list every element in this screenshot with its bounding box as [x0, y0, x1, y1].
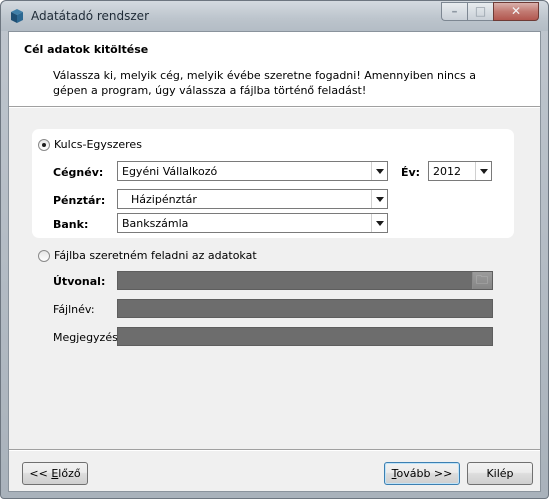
radio-selected-dot — [42, 143, 46, 147]
next-rest: ovább >> — [396, 467, 453, 480]
minimize-button[interactable]: – — [441, 2, 467, 21]
maximize-icon: □ — [474, 4, 487, 18]
title-bar[interactable]: Adatátadó rendszer – □ ✕ — [1, 1, 548, 31]
company-value: Egyéni Vállalkozó — [122, 165, 218, 178]
next-button[interactable]: Tovább >> — [384, 462, 460, 485]
bank-value: Bankszámla — [122, 217, 189, 230]
folder-browse-icon: 🗀 — [476, 273, 489, 287]
page-description: Válassza ki, melyik cég, melyik évébe sz… — [53, 69, 476, 97]
close-button[interactable]: ✕ — [493, 2, 539, 21]
header-divider — [9, 106, 540, 108]
maximize-button[interactable]: □ — [467, 2, 493, 21]
bank-label: Bank: — [53, 218, 89, 231]
note-label: Megjegyzés: — [53, 331, 122, 344]
radio-local-label[interactable]: Kulcs-Egyszeres — [54, 138, 142, 151]
radio-file-label[interactable]: Fájlba szeretném feladni az adatokat — [54, 249, 257, 262]
filename-label: Fájlnév: — [53, 303, 95, 316]
year-select[interactable]: 2012 — [428, 161, 492, 181]
page-title: Cél adatok kitöltése — [24, 43, 149, 56]
note-field[interactable] — [117, 327, 493, 346]
path-field[interactable]: 🗀 — [117, 271, 493, 290]
path-label: Útvonal: — [53, 275, 106, 288]
back-button[interactable]: << Előző — [22, 462, 88, 485]
chevron-down-icon[interactable] — [475, 162, 491, 180]
year-label: Év: — [401, 166, 421, 179]
cash-value: Házipénztár — [131, 193, 197, 206]
radio-local[interactable] — [38, 139, 50, 151]
minimize-icon: – — [451, 4, 458, 18]
bank-select[interactable]: Bankszámla — [117, 213, 388, 233]
exit-button[interactable]: Kilép — [467, 462, 533, 485]
back-rest: lőző — [58, 467, 81, 480]
footer-divider — [9, 449, 540, 451]
wizard-header: Cél adatok kitöltése Válassza ki, melyik… — [9, 32, 540, 106]
cash-select[interactable]: Házipénztár — [117, 189, 388, 209]
app-window: Adatátadó rendszer – □ ✕ Cél adatok kitö… — [0, 0, 549, 499]
browse-button[interactable]: 🗀 — [472, 272, 492, 289]
year-value: 2012 — [433, 165, 461, 178]
chevron-down-icon[interactable] — [371, 162, 387, 180]
company-select[interactable]: Egyéni Vállalkozó — [117, 161, 388, 181]
app-cube-icon — [11, 9, 23, 23]
company-label: Cégnév: — [53, 166, 104, 179]
back-prefix: << — [29, 467, 52, 480]
cash-label: Pénztár: — [53, 194, 106, 207]
radio-file[interactable] — [38, 250, 50, 262]
window-title: Adatátadó rendszer — [31, 9, 150, 23]
filename-field[interactable] — [117, 299, 493, 318]
dialog-client: Cél adatok kitöltése Válassza ki, melyik… — [8, 31, 541, 492]
close-icon: ✕ — [510, 4, 522, 18]
chevron-down-icon[interactable] — [371, 190, 387, 208]
chevron-down-icon[interactable] — [371, 214, 387, 232]
